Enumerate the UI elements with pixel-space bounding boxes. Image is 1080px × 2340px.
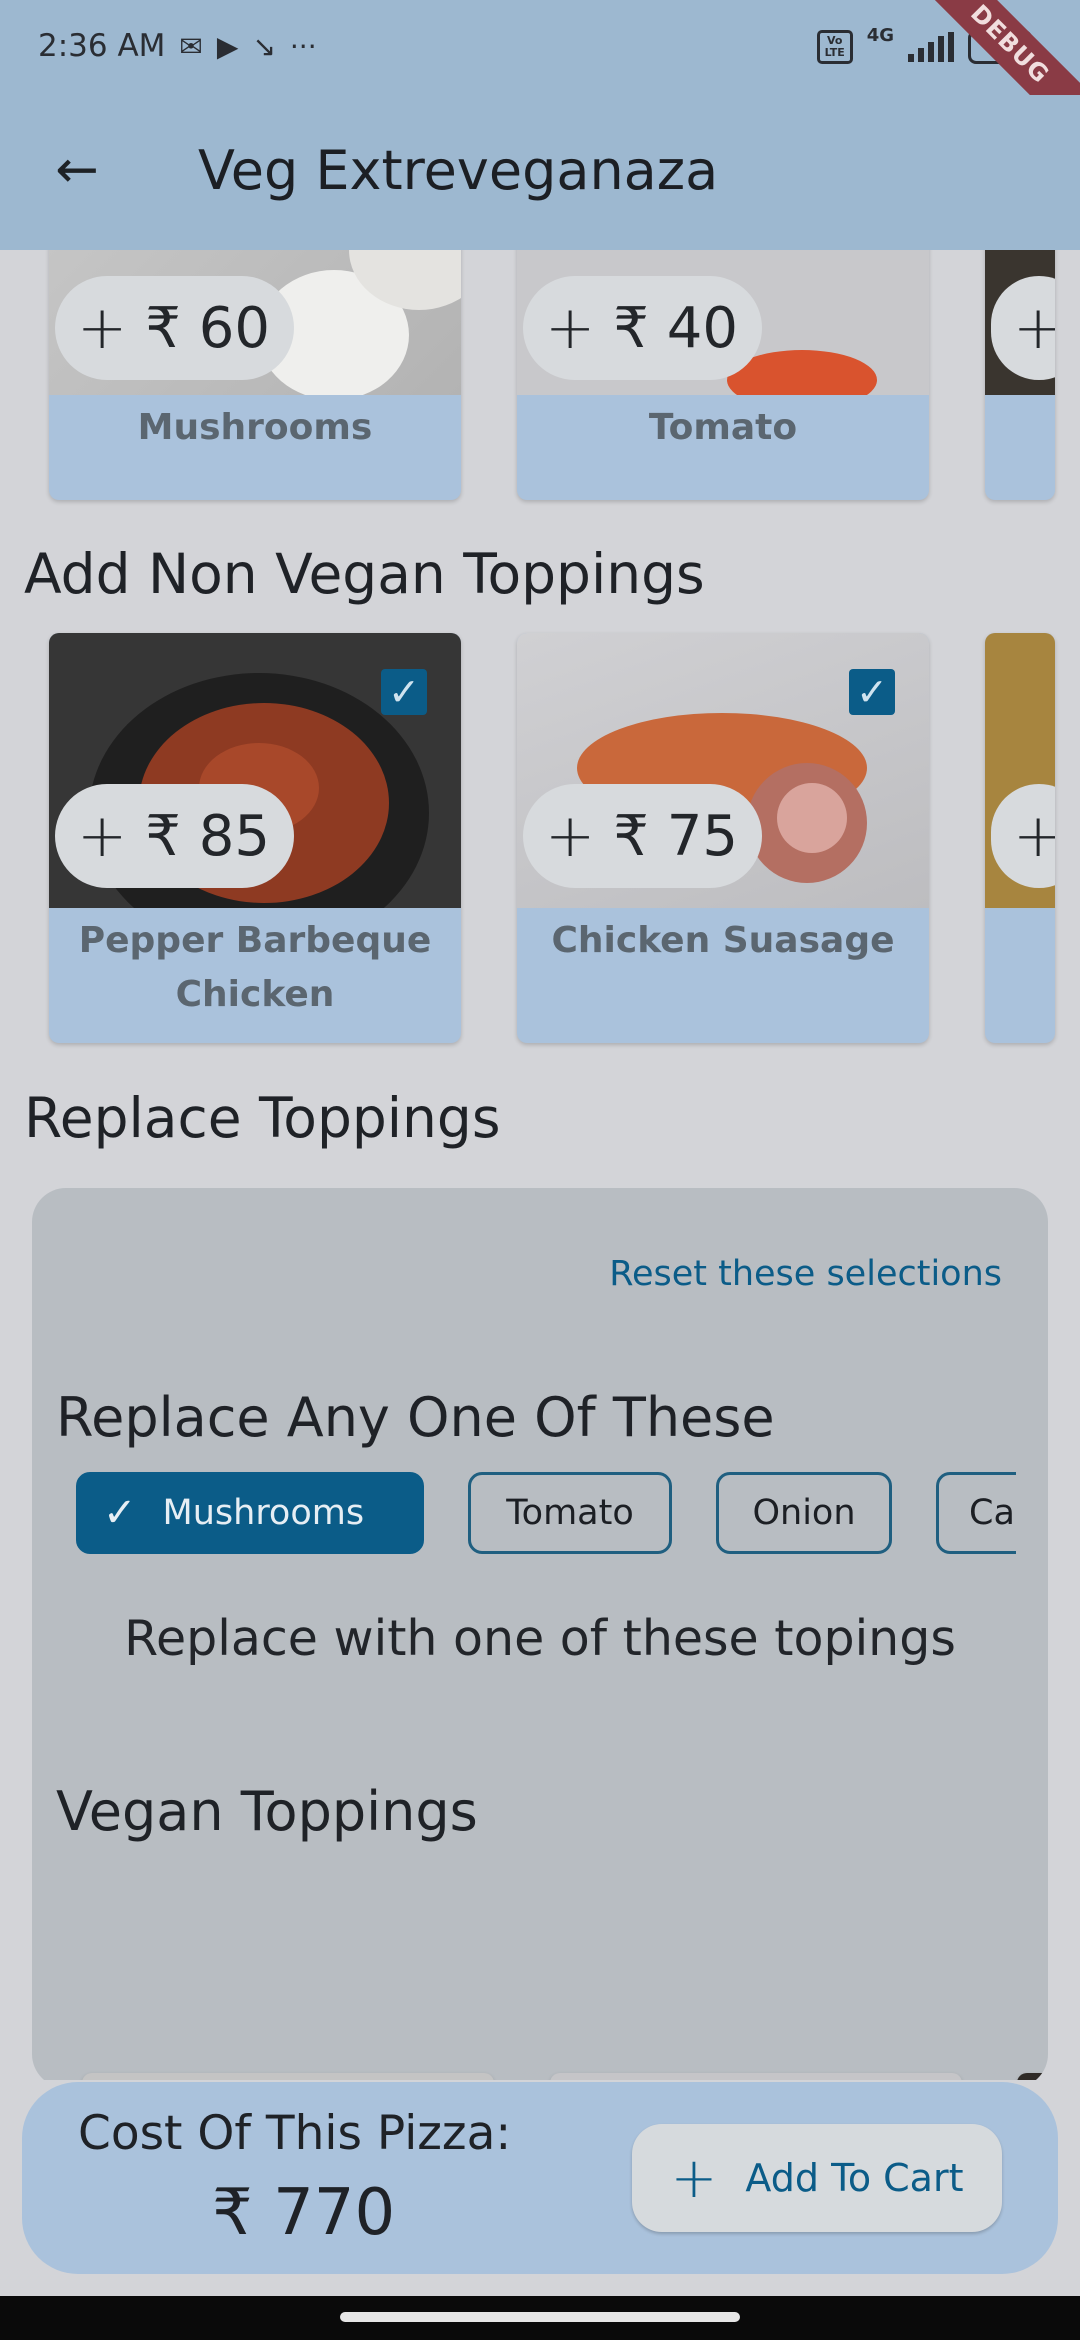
topping-card-mushrooms[interactable]: + ₹ 60 Mushrooms [49,250,461,500]
section-title-replace: Replace Toppings [24,1086,501,1150]
replace-with-text: Replace with one of these topings [124,1610,956,1667]
add-to-cart-label: Add To Cart [745,2156,964,2200]
plus-icon: + [670,2145,718,2211]
youtube-icon: ▶ [216,29,239,63]
topping-card-partial[interactable]: + [985,633,1055,1043]
replace-option-partial[interactable] [1017,2073,1048,2080]
cost-value: ₹ 770 [212,2176,396,2250]
chip-label: Cap [969,1493,1016,1533]
replace-any-heading: Replace Any One Of These [56,1386,775,1449]
signal-icon [908,32,954,62]
plus-icon: + [545,801,596,871]
topping-price: ₹ 75 [613,803,738,869]
chip-mushrooms[interactable]: ✓ Mushrooms [76,1472,424,1554]
price-pill: + ₹ 40 [523,276,762,380]
vegan-toppings-heading: Vegan Toppings [56,1780,478,1843]
topping-card-bbq-chicken[interactable]: ✓ + ₹ 85 Pepper Barbeque Chicken [49,633,461,1043]
checkbox-checked[interactable]: ✓ [381,669,427,715]
checkbox-checked[interactable]: ✓ [849,669,895,715]
missed-call-icon: ↘ [252,29,276,63]
chip-label: Mushrooms [162,1493,365,1533]
topping-card-partial[interactable]: + [985,250,1055,500]
cart-bar: Cost Of This Pizza: ₹ 770 + Add To Cart [22,2082,1058,2274]
topping-card-tomato[interactable]: + ₹ 40 Tomato [517,250,929,500]
back-arrow-icon[interactable]: ← [42,135,112,205]
section-title-non-vegan: Add Non Vegan Toppings [24,542,705,606]
price-pill: + ₹ 75 [523,784,762,888]
add-to-cart-button[interactable]: + Add To Cart [632,2124,1002,2232]
plus-icon: + [77,801,128,871]
app-bar: ← Veg Extreveganaza [0,95,1080,250]
more-notifications-icon: ··· [289,29,317,63]
system-nav-bar [0,2296,1080,2340]
cost-label: Cost Of This Pizza: [78,2106,512,2161]
replace-option-mushrooms[interactable] [82,2073,494,2080]
page-title: Veg Extreveganaza [198,139,719,202]
topping-name: Pepper Barbeque Chicken [78,920,432,1015]
topping-price: ₹ 85 [145,803,270,869]
network-type: 4G [866,24,894,46]
gmail-icon: ✉ [179,29,203,63]
replace-panel: Reset these selections Replace Any One O… [32,1188,1048,2080]
replace-option-tomato[interactable] [550,2073,962,2080]
chip-label: Onion [752,1493,856,1533]
status-left: 2:36 AM ✉ ▶ ↘ ··· [38,28,317,64]
topping-price: ₹ 40 [613,295,738,361]
topping-name: Chicken Suasage [551,920,895,961]
reset-selections-link[interactable]: Reset these selections [609,1254,1002,1294]
status-time: 2:36 AM [38,28,166,64]
volte-icon: Vo LTE [816,30,853,64]
check-icon: ✓ [103,1490,137,1536]
topping-price: ₹ 60 [145,295,270,361]
chip-label: Tomato [506,1493,634,1533]
status-bar: 2:36 AM ✉ ▶ ↘ ··· Vo LTE 4G 46 DEBUG [0,0,1080,152]
chip-tomato[interactable]: Tomato [468,1472,672,1554]
plus-icon: + [545,293,596,363]
plus-icon: + [1013,801,1055,871]
topping-name: Mushrooms [137,407,373,448]
topping-name: Tomato [648,407,798,448]
plus-icon: + [1013,293,1055,363]
price-pill: + ₹ 60 [55,276,294,380]
topping-card-chicken-sausage[interactable]: ✓ + ₹ 75 Chicken Suasage [517,633,929,1043]
home-indicator[interactable] [340,2312,740,2322]
scroll-content[interactable]: + ₹ 60 Mushrooms + ₹ 40 Tomato + Add Non… [0,250,1080,2080]
replace-chips: ✓ Mushrooms Tomato Onion Cap [76,1472,1016,1556]
chip-onion[interactable]: Onion [716,1472,892,1554]
price-pill: + ₹ 85 [55,784,294,888]
chip-cap[interactable]: Cap [936,1472,1016,1554]
plus-icon: + [77,293,128,363]
